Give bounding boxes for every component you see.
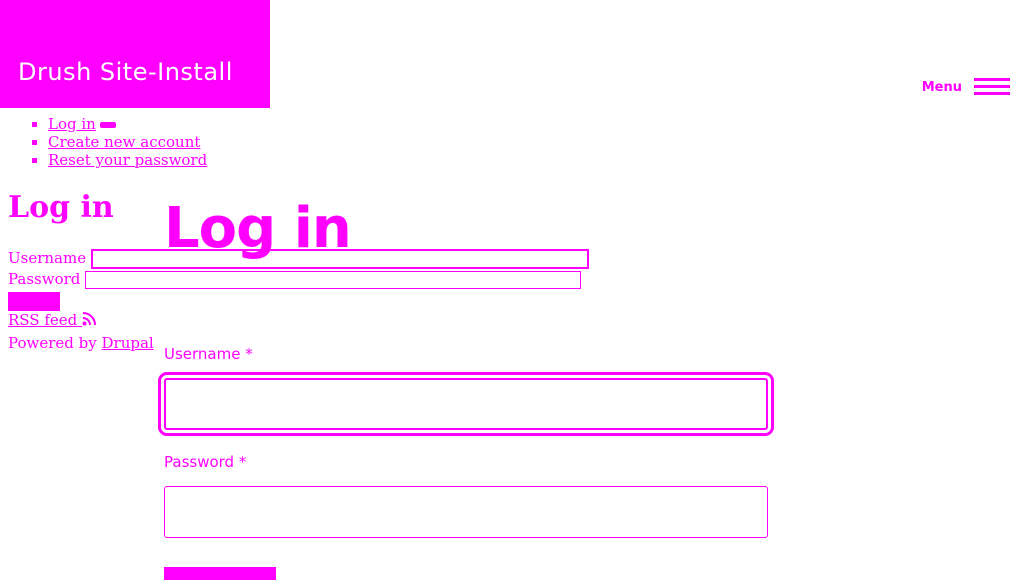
tab-reset-password-link[interactable]: Reset your password	[48, 151, 207, 169]
menu-label: Menu	[921, 79, 962, 95]
local-tasks: Log in Create new account Reset your pas…	[48, 115, 207, 169]
hamburger-icon	[974, 78, 1010, 96]
drupal-link[interactable]: Drupal	[102, 334, 154, 352]
username-input[interactable]	[158, 372, 774, 436]
menu-toggle-button[interactable]: Menu	[922, 78, 1010, 96]
login-submit-button[interactable]	[164, 567, 276, 580]
tab-log-in: Log in	[48, 115, 207, 133]
password-input[interactable]	[164, 486, 768, 538]
password-label-text: Password	[164, 453, 235, 471]
powered-by: Powered by Drupal	[8, 334, 154, 352]
plain-username-label: Username	[8, 249, 87, 267]
plain-login-button[interactable]	[8, 292, 60, 311]
active-tab-indicator	[99, 122, 116, 128]
rss-feed-label: RSS feed	[8, 311, 78, 329]
plain-password-input[interactable]	[85, 271, 582, 289]
tab-create-account: Create new account	[48, 133, 207, 151]
page-title: Log in	[8, 190, 114, 225]
plain-password-row: Password	[8, 270, 582, 289]
styled-page-title: Log in	[164, 196, 352, 261]
site-branding[interactable]: Drush Site-Install	[0, 0, 270, 108]
rss-feed-link[interactable]: RSS feed	[8, 311, 97, 329]
powered-by-text: Powered by	[8, 334, 97, 352]
username-label-text: Username	[164, 345, 241, 363]
tab-create-account-link[interactable]: Create new account	[48, 133, 200, 151]
rss-icon	[82, 312, 97, 326]
tab-reset-password: Reset your password	[48, 151, 207, 169]
required-mark: *	[245, 345, 253, 363]
plain-password-label: Password	[8, 270, 81, 288]
password-label: Password *	[164, 453, 246, 471]
required-mark: *	[238, 453, 247, 471]
username-label: Username *	[164, 345, 253, 363]
site-name[interactable]: Drush Site-Install	[18, 58, 233, 86]
tab-log-in-link[interactable]: Log in	[48, 115, 96, 133]
